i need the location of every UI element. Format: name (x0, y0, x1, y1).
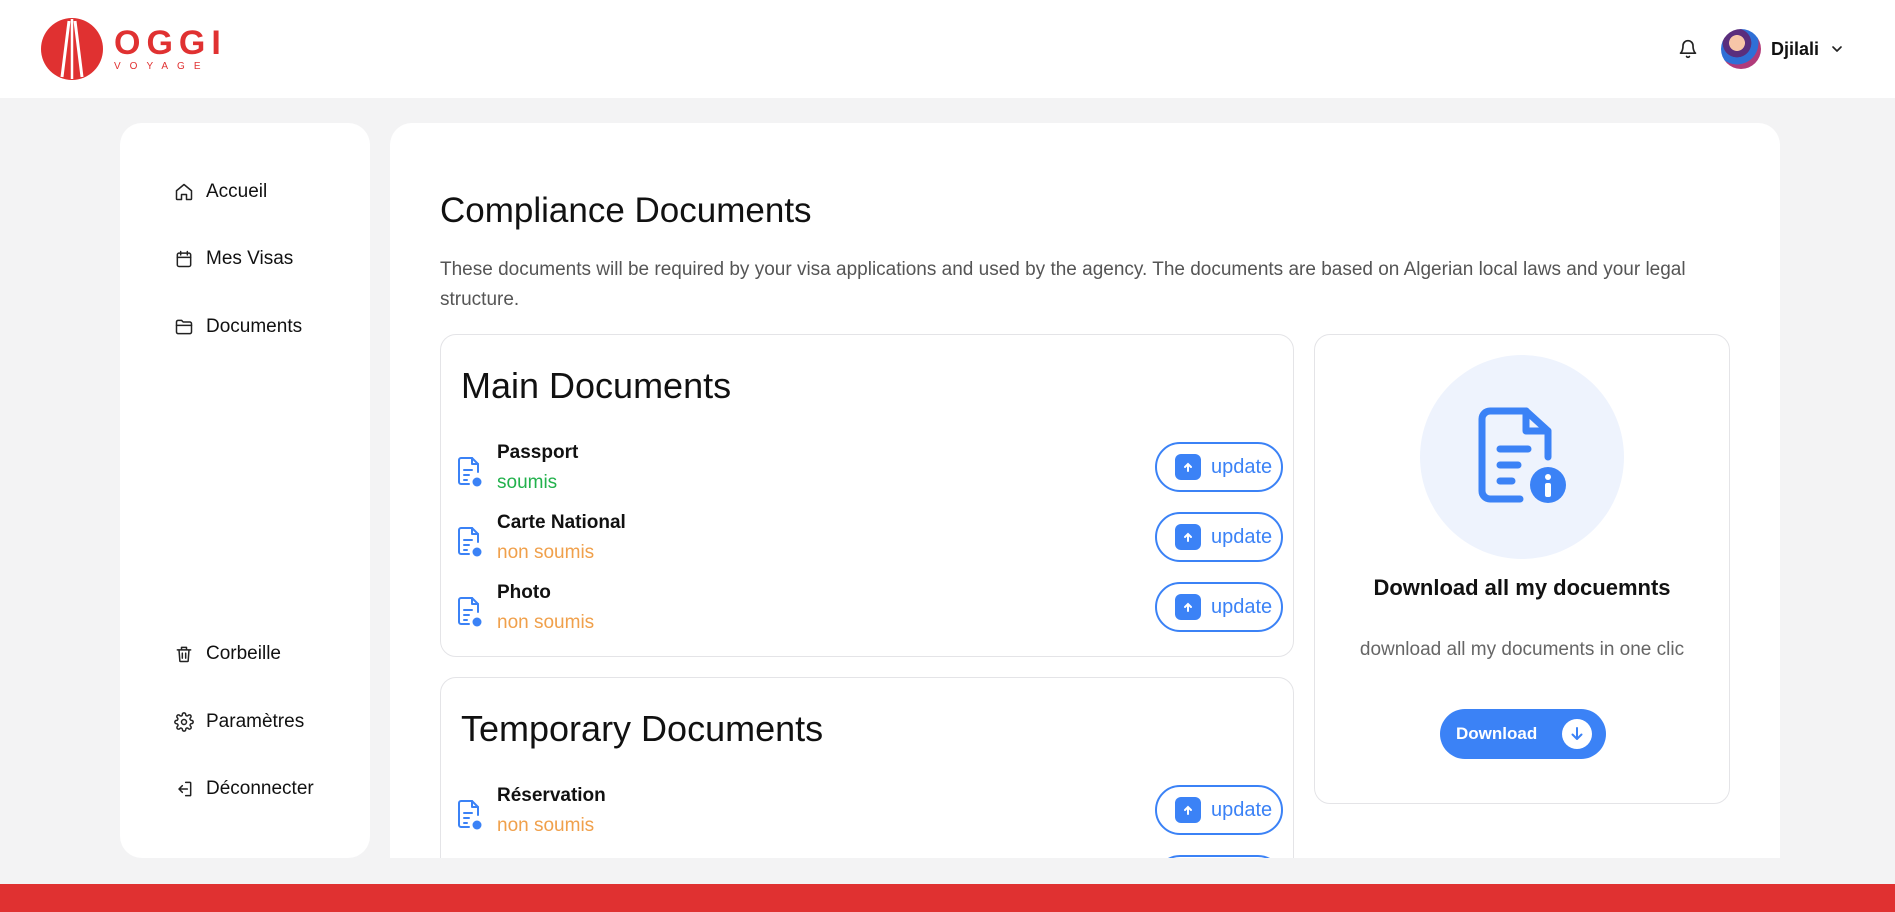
download-card: Download all my docuemnts download all m… (1314, 334, 1730, 804)
update-button-label: update (1211, 798, 1273, 821)
sidebar-item-corbeille[interactable]: Corbeille (174, 643, 281, 665)
trash-icon (176, 646, 192, 663)
sidebar: Accueil Mes Visas Documents Corbeille Pa… (120, 123, 370, 858)
sidebar-item-label: Accueil (206, 181, 268, 202)
status-badge: non soumis (497, 612, 595, 633)
document-row-partial (455, 855, 1285, 858)
download-card-description: download all my documents in one clic (1359, 639, 1685, 660)
update-button-label: update (1211, 595, 1273, 618)
temporary-documents-card: Temporary Documents Réservation non soum… (440, 677, 1294, 858)
document-row-photo: Photo non soumis update (455, 582, 1285, 644)
main-panel: Compliance Documents These documents wil… (390, 123, 1780, 858)
avatar[interactable] (1720, 29, 1761, 69)
document-info-icon (458, 457, 482, 487)
update-button-label: update (1211, 455, 1273, 478)
sidebar-item-mes-visas[interactable]: Mes Visas (174, 248, 293, 270)
footer-bar (0, 884, 1895, 912)
sidebar-item-parametres[interactable]: Paramètres (174, 711, 304, 733)
sidebar-item-accueil[interactable]: Accueil (174, 181, 267, 203)
upload-file-icon (1175, 454, 1201, 480)
status-badge: non soumis (497, 815, 595, 836)
download-button[interactable]: Download (1440, 709, 1606, 759)
update-button-label: update (1211, 525, 1273, 548)
update-button[interactable]: update (1155, 512, 1283, 562)
document-row-passport: Passport soumis update (455, 442, 1285, 504)
top-header: OGGI VOYAGE Djilali (0, 0, 1895, 98)
sidebar-item-deconnecter[interactable]: Déconnecter (174, 778, 314, 800)
status-badge: non soumis (497, 542, 595, 563)
status-badge: soumis (497, 472, 558, 493)
document-name: Réservation (497, 785, 606, 806)
sidebar-item-label: Mes Visas (206, 248, 294, 269)
logout-icon (178, 781, 192, 797)
page-description: These documents will be required by your… (440, 259, 1686, 310)
upload-file-icon (1175, 594, 1201, 620)
document-name: Carte National (497, 512, 626, 533)
update-button[interactable] (1155, 855, 1283, 858)
folder-icon (175, 319, 193, 335)
logo-subtitle: VOYAGE (114, 61, 210, 72)
sidebar-item-label: Paramètres (206, 711, 305, 732)
home-icon (175, 183, 193, 201)
bell-icon[interactable] (1677, 38, 1699, 60)
update-button[interactable]: update (1155, 785, 1283, 835)
user-name: Djilali (1770, 38, 1819, 59)
update-button[interactable]: update (1155, 442, 1283, 492)
document-info-icon (458, 527, 482, 557)
logo[interactable]: OGGI VOYAGE (40, 17, 227, 81)
sidebar-item-label: Documents (206, 316, 303, 337)
sidebar-item-label: Corbeille (206, 643, 281, 664)
sidebar-item-label: Déconnecter (206, 778, 314, 799)
upload-file-icon (1175, 797, 1201, 823)
chevron-down-icon[interactable] (1829, 41, 1845, 57)
download-card-title: Download all my docuemnts (1373, 575, 1671, 600)
card-title: Main Documents (461, 365, 732, 406)
document-info-icon (458, 597, 482, 627)
gear-icon (174, 712, 194, 732)
document-name: Photo (497, 582, 551, 603)
page-title: Compliance Documents (440, 191, 812, 230)
main-documents-card: Main Documents Passport soumis update Ca… (440, 334, 1294, 657)
arrow-down-icon (1562, 719, 1592, 749)
user-menu[interactable]: Djilali (1720, 29, 1845, 69)
logo-word: OGGI (114, 24, 227, 62)
calendar-icon (176, 250, 192, 268)
document-illustration (1420, 355, 1624, 559)
document-info-icon (458, 800, 482, 830)
sidebar-item-documents[interactable]: Documents (174, 316, 302, 338)
upload-file-icon (1175, 524, 1201, 550)
card-title: Temporary Documents (461, 708, 824, 749)
download-button-label: Download (1456, 724, 1538, 743)
update-button[interactable]: update (1155, 582, 1283, 632)
document-row-carte-national: Carte National non soumis update (455, 512, 1285, 574)
logo-mark-icon (41, 18, 103, 80)
document-info-icon (1478, 407, 1566, 503)
document-row-reservation: Réservation non soumis update (455, 785, 1285, 847)
document-name: Passport (497, 442, 579, 463)
